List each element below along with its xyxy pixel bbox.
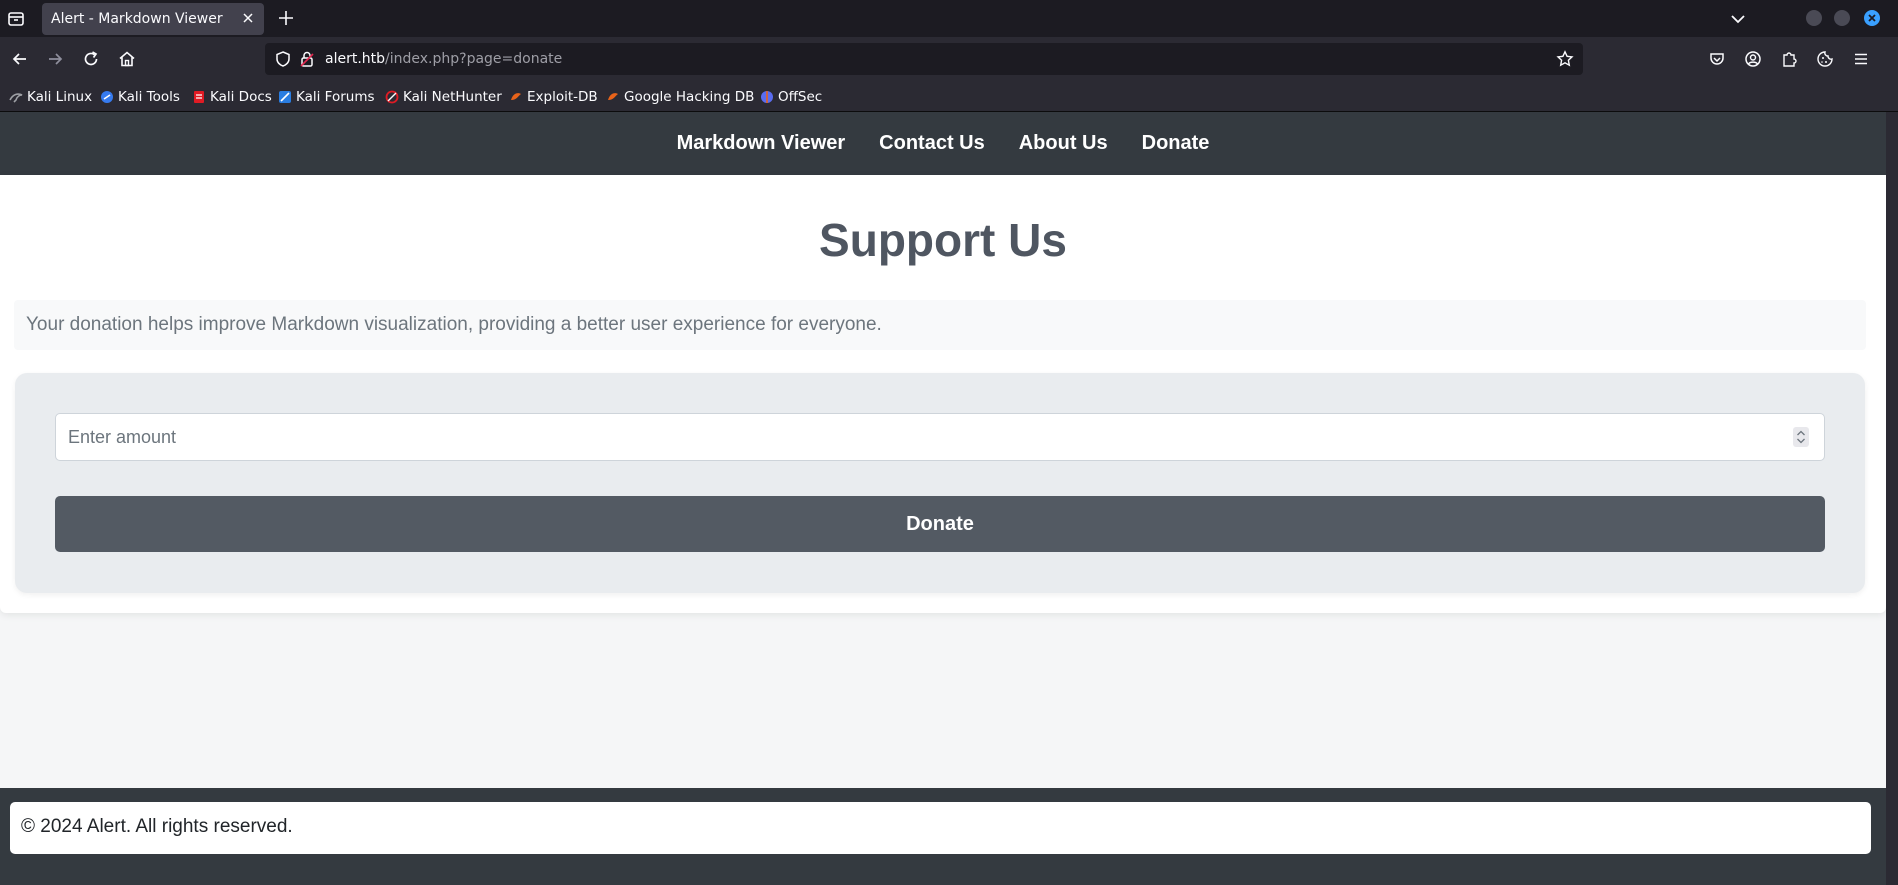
window-edge [1886,112,1898,885]
lock-icon[interactable] [297,49,317,69]
donate-container: Support Us Your donation helps improve M… [0,175,1886,613]
intro-text: Your donation helps improve Markdown vis… [26,314,882,335]
kali-forums-icon [278,90,292,104]
close-tab-icon[interactable] [240,10,256,26]
bookmark-label: Google Hacking DB [624,89,755,105]
extensions-icon[interactable] [1779,49,1799,69]
browser-tab-active[interactable]: Alert - Markdown Viewer [42,3,264,35]
nav-link-donate[interactable]: Donate [1142,132,1210,155]
kali-tools-icon [100,90,114,104]
footer-box: © 2024 Alert. All rights reserved. [10,802,1871,854]
kali-docs-icon [192,90,206,104]
bookmarks-toolbar: Kali Linux Kali Tools Kali Docs Kali For… [0,82,1898,112]
minimize-window-button[interactable] [1806,10,1822,26]
bookmark-kali-forums[interactable]: Kali Forums [278,89,375,105]
bookmark-label: Kali Tools [118,89,180,105]
tab-title: Alert - Markdown Viewer [51,11,223,27]
donate-button[interactable]: Donate [55,496,1825,552]
bookmark-kali-linux[interactable]: Kali Linux [9,89,92,105]
number-spinner-icon[interactable] [1793,427,1809,447]
bookmark-offsec[interactable]: OffSec [760,89,822,105]
bookmark-label: Kali Forums [296,89,375,105]
bookmark-kali-tools[interactable]: Kali Tools [100,89,180,105]
nethunter-icon [385,90,399,104]
url-path: /index.php?page=donate [385,51,563,67]
kali-dragon-icon [9,90,23,104]
chevron-down-icon[interactable] [1728,9,1748,29]
reload-icon[interactable] [81,49,101,69]
list-all-tabs-icon[interactable] [6,9,26,29]
amount-input[interactable] [55,413,1825,461]
nav-link-contact-us[interactable]: Contact Us [879,132,985,155]
shield-icon[interactable] [273,49,293,69]
page-title: Support Us [819,214,1067,266]
hamburger-menu-icon[interactable] [1851,49,1871,69]
bookmark-kali-nethunter[interactable]: Kali NetHunter [385,89,502,105]
back-arrow-icon[interactable] [10,49,30,69]
forward-arrow-icon [45,49,65,69]
address-bar[interactable]: alert.htb/index.php?page=donate [265,43,1583,75]
ghdb-icon [606,90,620,104]
bookmark-exploit-db[interactable]: Exploit-DB [509,89,598,105]
intro-box: Your donation helps improve Markdown vis… [14,300,1866,350]
bookmark-label: Exploit-DB [527,89,598,105]
copyright-text: © 2024 Alert. All rights reserved. [21,816,293,837]
page-viewport: Markdown Viewer Contact Us About Us Dona… [0,112,1886,885]
donate-form: Donate [15,373,1865,593]
close-window-button[interactable] [1864,10,1880,26]
tab-strip: Alert - Markdown Viewer [0,0,1898,37]
navigation-toolbar: alert.htb/index.php?page=donate [0,37,1898,82]
site-nav-links: Markdown Viewer Contact Us About Us Dona… [0,112,1886,175]
url-text: alert.htb/index.php?page=donate [325,51,562,67]
nav-link-about-us[interactable]: About Us [1019,132,1108,155]
exploit-db-icon [509,90,523,104]
bookmark-google-hacking-db[interactable]: Google Hacking DB [606,89,754,105]
url-host: alert.htb [325,51,386,67]
nav-link-markdown-viewer[interactable]: Markdown Viewer [677,132,846,155]
account-icon[interactable] [1743,49,1763,69]
site-navbar: Markdown Viewer Contact Us About Us Dona… [0,112,1886,175]
home-icon[interactable] [117,49,137,69]
pocket-icon[interactable] [1707,49,1727,69]
bookmark-label: Kali Docs [210,89,272,105]
bookmark-label: Kali NetHunter [403,89,502,105]
maximize-window-button[interactable] [1834,10,1850,26]
new-tab-icon[interactable] [276,8,296,28]
bookmark-kali-docs[interactable]: Kali Docs [192,89,272,105]
site-footer: © 2024 Alert. All rights reserved. [0,788,1886,885]
bookmark-label: Kali Linux [27,89,93,105]
bookmark-label: OffSec [778,89,823,105]
cookie-icon[interactable] [1815,49,1835,69]
offsec-icon [760,90,774,104]
bookmark-star-icon[interactable] [1555,49,1575,69]
